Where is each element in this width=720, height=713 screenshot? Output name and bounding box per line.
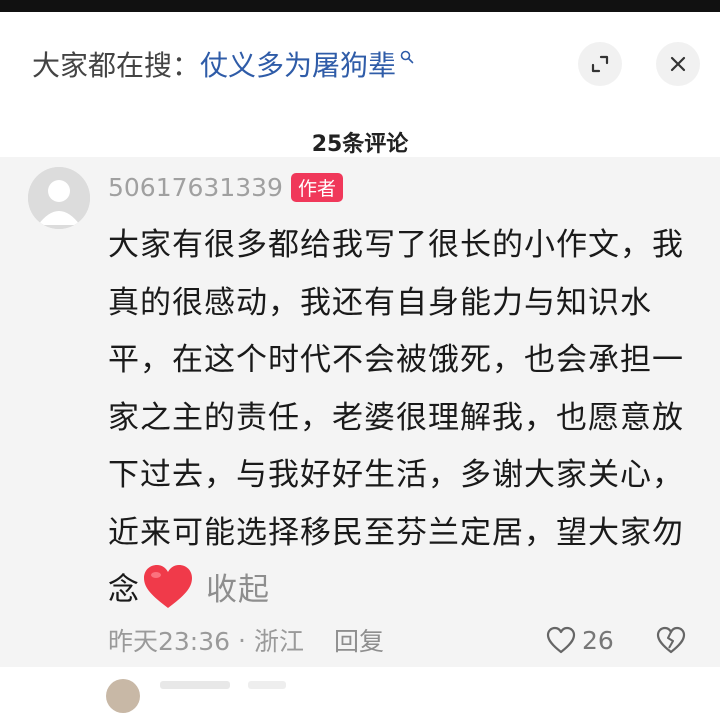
collapse-link[interactable]: 收起	[206, 572, 270, 608]
next-comment-avatar[interactable]	[106, 679, 140, 713]
comment-count-title: 25条评论	[311, 132, 409, 157]
default-avatar-icon	[28, 167, 90, 229]
comment-username[interactable]: 50617631339	[108, 173, 283, 202]
comment-text: 大家有很多都给我写了很长的小作文，我真的很感动，我还有自身能力与知识水平，在这个…	[108, 227, 684, 608]
meta-separator: ·	[238, 625, 246, 655]
author-badge: 作者	[290, 172, 343, 202]
red-heart-emoji	[144, 565, 192, 608]
broken-heart-icon[interactable]	[656, 626, 686, 654]
comment-timestamp: 昨天23:36	[108, 627, 231, 656]
like-button[interactable]: 26	[546, 623, 614, 657]
comment-body: 大家有很多都给我写了很长的小作文，我真的很感动，我还有自身能力与知识水平，在这个…	[108, 217, 688, 620]
next-comment-preview	[0, 667, 720, 713]
trending-search-row[interactable]: 大家都在搜： 仗义多为屠狗辈	[32, 42, 414, 86]
search-icon	[400, 50, 414, 64]
reply-button[interactable]: 回复	[334, 622, 384, 658]
heart-outline-icon	[546, 626, 576, 654]
expand-icon	[591, 55, 609, 73]
trending-search-prefix: 大家都在搜：	[32, 49, 201, 82]
trending-search-link[interactable]: 仗义多为屠狗辈	[200, 44, 396, 84]
close-button[interactable]	[656, 42, 700, 86]
comment-author-row: 50617631339 作者	[108, 171, 343, 203]
close-icon	[670, 56, 686, 72]
avatar[interactable]	[28, 167, 90, 229]
comment-meta-row: 昨天23:36 · 浙江 回复	[108, 623, 384, 657]
sheet-header: 大家都在搜： 仗义多为屠狗辈 25条评论	[0, 12, 720, 157]
expand-button[interactable]	[578, 42, 622, 86]
comment-item: 50617631339 作者 大家有很多都给我写了很长的小作文，我真的很感动，我…	[0, 157, 720, 667]
status-bar-strip	[0, 0, 720, 12]
comment-location: 浙江	[254, 627, 305, 656]
like-count: 26	[582, 625, 614, 655]
